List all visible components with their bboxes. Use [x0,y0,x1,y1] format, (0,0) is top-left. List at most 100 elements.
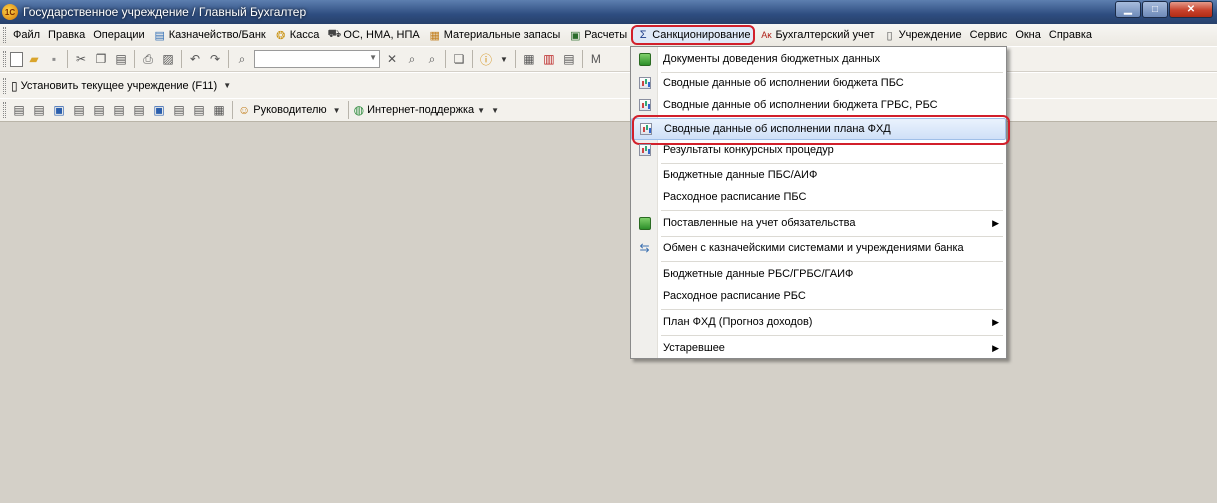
toolbar-separator [228,50,229,68]
report-icon[interactable]: ▤ [30,101,48,119]
support-dropdown-icon[interactable]: ▼ [491,106,499,115]
menu-item-label: Расходное расписание ПБС [663,191,807,203]
menu-label: Операции [93,29,145,41]
minimize-button[interactable]: ▁ [1115,1,1141,18]
menu-item-grbs-budget-summary[interactable]: Сводные данные об исполнении бюджета ГРБ… [631,94,1006,116]
menu-item-label: Сводные данные об исполнении бюджета ПБС [663,77,904,89]
set-institution-dropdown-icon[interactable]: ▼ [223,81,231,90]
maximize-button[interactable]: □ [1142,1,1168,18]
standard-toolbar: ▰ ▪ ✂ ❐ ▤ ⎙ ▨ ↶ ↷ ⌕ ✕ ⌕ ⌕ ❏ ⓘ ▼ ▦ ▥ ▤ M [0,46,1217,71]
menu-sanctioning[interactable]: Σ Санкционирование [631,25,756,45]
menu-label: Материальные запасы [443,29,561,41]
menu-label: ОС, НМА, НПА [343,29,420,41]
close-button[interactable]: ✕ [1169,1,1213,18]
menu-item-label: План ФХД (Прогноз доходов) [663,316,813,328]
manager-button[interactable]: ☺ Руководителю [236,103,329,117]
calculator-icon[interactable]: ▦ [520,50,538,68]
paste-icon[interactable]: ▤ [112,50,130,68]
copy-icon[interactable]: ❐ [92,50,110,68]
menu-inventory[interactable]: ▦ Материальные запасы [424,25,565,45]
menu-item-treasury-exchange[interactable]: ⇆ Обмен с казначейскими системами и учре… [631,237,1006,259]
find-next-icon[interactable]: ⌕ [403,50,421,68]
set-institution-button[interactable]: ▯ Установить текущее учреждение (F11) [9,79,219,93]
toolbar-separator [472,50,473,68]
cut-icon[interactable]: ✂ [72,50,90,68]
menu-fixed-assets[interactable]: ⛟ ОС, НМА, НПА [323,25,423,45]
menu-accounting[interactable]: Aκ Бухгалтерский учет [755,25,878,45]
report-icon[interactable]: ▤ [130,101,148,119]
redo-icon[interactable]: ↷ [206,50,224,68]
menu-item-pbs-budget-summary[interactable]: Сводные данные об исполнении бюджета ПБС [631,72,1006,94]
memory-icon[interactable]: ▤ [560,50,578,68]
menu-item-label: Документы доведения бюджетных данных [663,53,881,65]
menu-label: Касса [289,29,320,41]
find-prev-icon[interactable]: ⌕ [423,50,441,68]
payments-icon: ▣ [570,29,581,42]
clear-search-icon[interactable]: ✕ [383,50,401,68]
menu-item-label: Бюджетные данные РБС/ГРБС/ГАИФ [663,268,854,280]
menu-item-label: Обмен с казначейскими системами и учрежд… [663,242,964,254]
menu-edit[interactable]: Правка [44,25,89,45]
search-icon[interactable]: ⌕ [233,50,251,68]
report-icon[interactable]: ▤ [90,101,108,119]
menu-item-label: Поставленные на учет обязательства [663,217,856,229]
menu-treasury-bank[interactable]: ▤ Казначейство/Банк [149,25,270,45]
report-icon[interactable]: ▦ [210,101,228,119]
calendar-icon[interactable]: ▥ [540,50,558,68]
menu-institution[interactable]: ▯ Учреждение [879,25,966,45]
open-folder-icon[interactable]: ▰ [25,50,43,68]
reports-toolbar: ▤ ▤ ▣ ▤ ▤ ▤ ▤ ▣ ▤ ▤ ▦ ☺ Руководителю ▼ ◍… [0,98,1217,122]
menu-service[interactable]: Сервис [966,25,1012,45]
menu-operations[interactable]: Операции [89,25,148,45]
toolbar-separator [445,50,446,68]
menu-item-pbs-aif-budget-data[interactable]: Бюджетные данные ПБС/АИФ [631,164,1006,186]
toolbar-grip [3,102,6,118]
report-icon[interactable]: ▤ [170,101,188,119]
info-icon[interactable]: ⓘ [477,50,495,68]
internet-support-button[interactable]: ◍ Интернет-поддержка ▼ [352,103,488,117]
chart-icon [631,99,658,111]
report-icon[interactable]: ▣ [50,101,68,119]
report-icon[interactable]: ▤ [110,101,128,119]
menu-label: Бухгалтерский учет [775,29,875,41]
cash-icon: ❂ [276,29,286,42]
save-icon[interactable]: ▪ [45,50,63,68]
menu-windows[interactable]: Окна [1011,25,1045,45]
report-icon[interactable]: ▤ [190,101,208,119]
menu-help[interactable]: Справка [1045,25,1096,45]
report-icon[interactable]: ▤ [10,101,28,119]
report-icon[interactable]: ▤ [70,101,88,119]
chart-icon [631,77,658,89]
menu-item-budget-docs[interactable]: Документы доведения бюджетных данных [631,48,1006,70]
manager-dropdown-icon[interactable]: ▼ [333,106,341,115]
menu-item-pbs-expense-schedule[interactable]: Расходное расписание ПБС [631,186,1006,208]
menu-item-fhd-plan-income-forecast[interactable]: План ФХД (Прогноз доходов) ▶ [631,311,1006,333]
report-icon[interactable]: ▣ [150,101,168,119]
globe-icon: ◍ [353,103,365,117]
set-institution-label: Установить текущее учреждение (F11) [20,79,218,92]
menu-item-rbs-grbs-gaif-budget-data[interactable]: Бюджетные данные РБС/ГРБС/ГАИФ [631,263,1006,285]
search-input[interactable] [254,50,380,68]
m-icon[interactable]: M [587,50,605,68]
print-icon[interactable]: ⎙ [139,50,157,68]
menu-item-registered-obligations[interactable]: Поставленные на учет обязательства ▶ [631,212,1006,234]
undo-icon[interactable]: ↶ [186,50,204,68]
menu-item-rbs-expense-schedule[interactable]: Расходное расписание РБС [631,285,1006,307]
menu-cash[interactable]: ❂ Касса [270,25,324,45]
print-preview-icon[interactable]: ▨ [159,50,177,68]
app-logo-icon: 1С [2,4,18,20]
menu-file[interactable]: Файл [9,25,44,45]
toolbar-separator [181,50,182,68]
menu-item-label: Сводные данные об исполнении плана ФХД [664,123,891,135]
menu-label: Сервис [969,29,1008,41]
menu-item-tender-results[interactable]: Результаты конкурсных процедур [631,139,1006,161]
menu-payments[interactable]: ▣ Расчеты [564,25,631,45]
menu-item-fhd-plan-summary[interactable]: Сводные данные об исполнении плана ФХД [631,115,1010,145]
new-document-icon[interactable] [10,51,23,67]
info-dropdown-icon[interactable]: ▼ [500,55,508,64]
menu-item-label: Устаревшее [663,342,725,354]
menu-item-label: Результаты конкурсных процедур [663,144,834,156]
menu-item-obsolete[interactable]: Устаревшее ▶ [631,337,1006,359]
bank-icon: ▤ [154,29,165,42]
windows-icon[interactable]: ❏ [450,50,468,68]
